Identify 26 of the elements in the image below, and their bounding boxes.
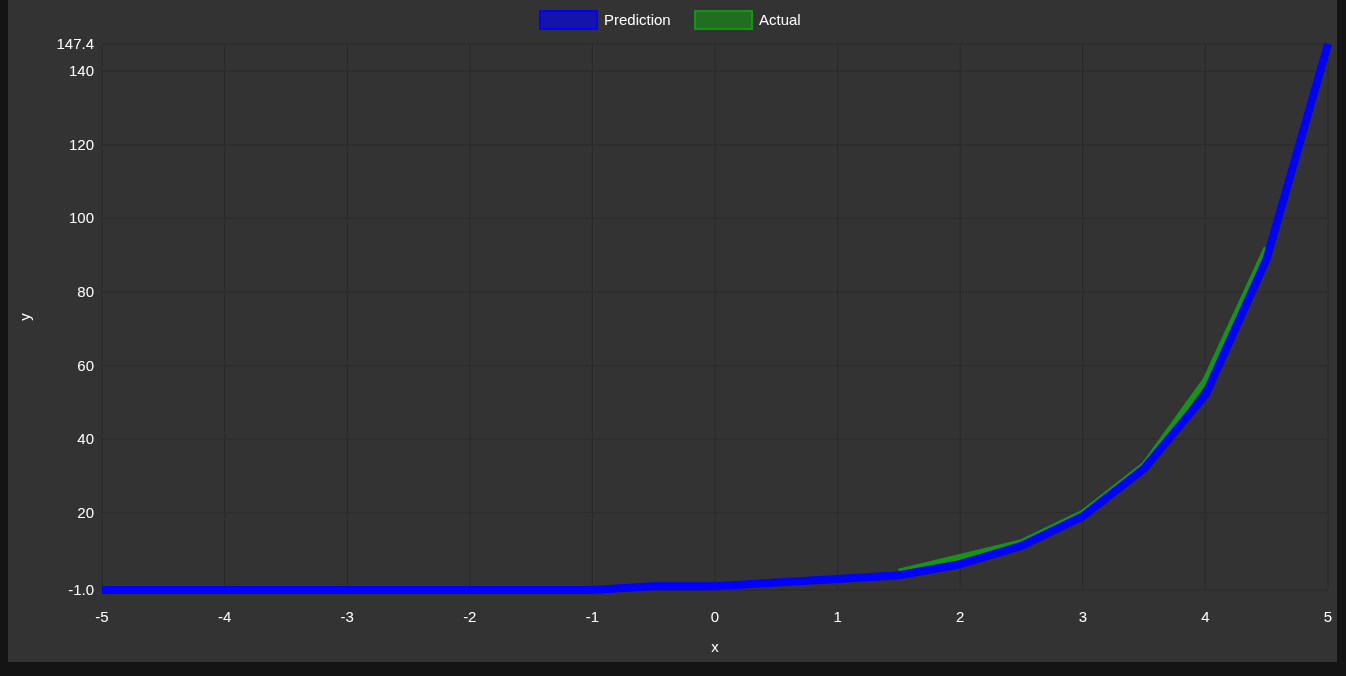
y-tick-label: 60: [77, 356, 94, 374]
x-tick-label: 2: [956, 608, 965, 625]
legend-label[interactable]: Actual: [759, 11, 801, 28]
y-tick-label: 100: [68, 209, 94, 227]
y-axis-title: y: [16, 313, 33, 321]
x-tick-label: -4: [217, 608, 232, 625]
y-tick-label: 120: [68, 135, 94, 153]
x-tick-label: 4: [1201, 608, 1210, 625]
x-tick-label: -5: [95, 608, 109, 625]
x-tick-label: -2: [463, 608, 477, 625]
y-tick-label: 140: [68, 62, 94, 80]
x-tick-label: 3: [1078, 608, 1087, 625]
legend-swatch[interactable]: [694, 10, 753, 30]
y-tick-label: 80: [77, 283, 94, 300]
legend-label[interactable]: Prediction: [604, 11, 671, 28]
legend-swatch[interactable]: [539, 10, 598, 30]
y-tick-label: 20: [77, 503, 94, 521]
x-tick-label: 1: [833, 608, 842, 625]
y-tick-label: 147.4: [56, 35, 94, 52]
x-tick-label: 5: [1323, 608, 1333, 625]
x-tick-label: -1: [585, 608, 600, 625]
x-tick-label: 0: [710, 608, 720, 625]
x-axis-title: x: [711, 638, 719, 655]
x-tick-label: -3: [340, 608, 354, 625]
y-tick-label: 40: [77, 430, 94, 448]
y-tick-label: -1.0: [68, 581, 94, 598]
